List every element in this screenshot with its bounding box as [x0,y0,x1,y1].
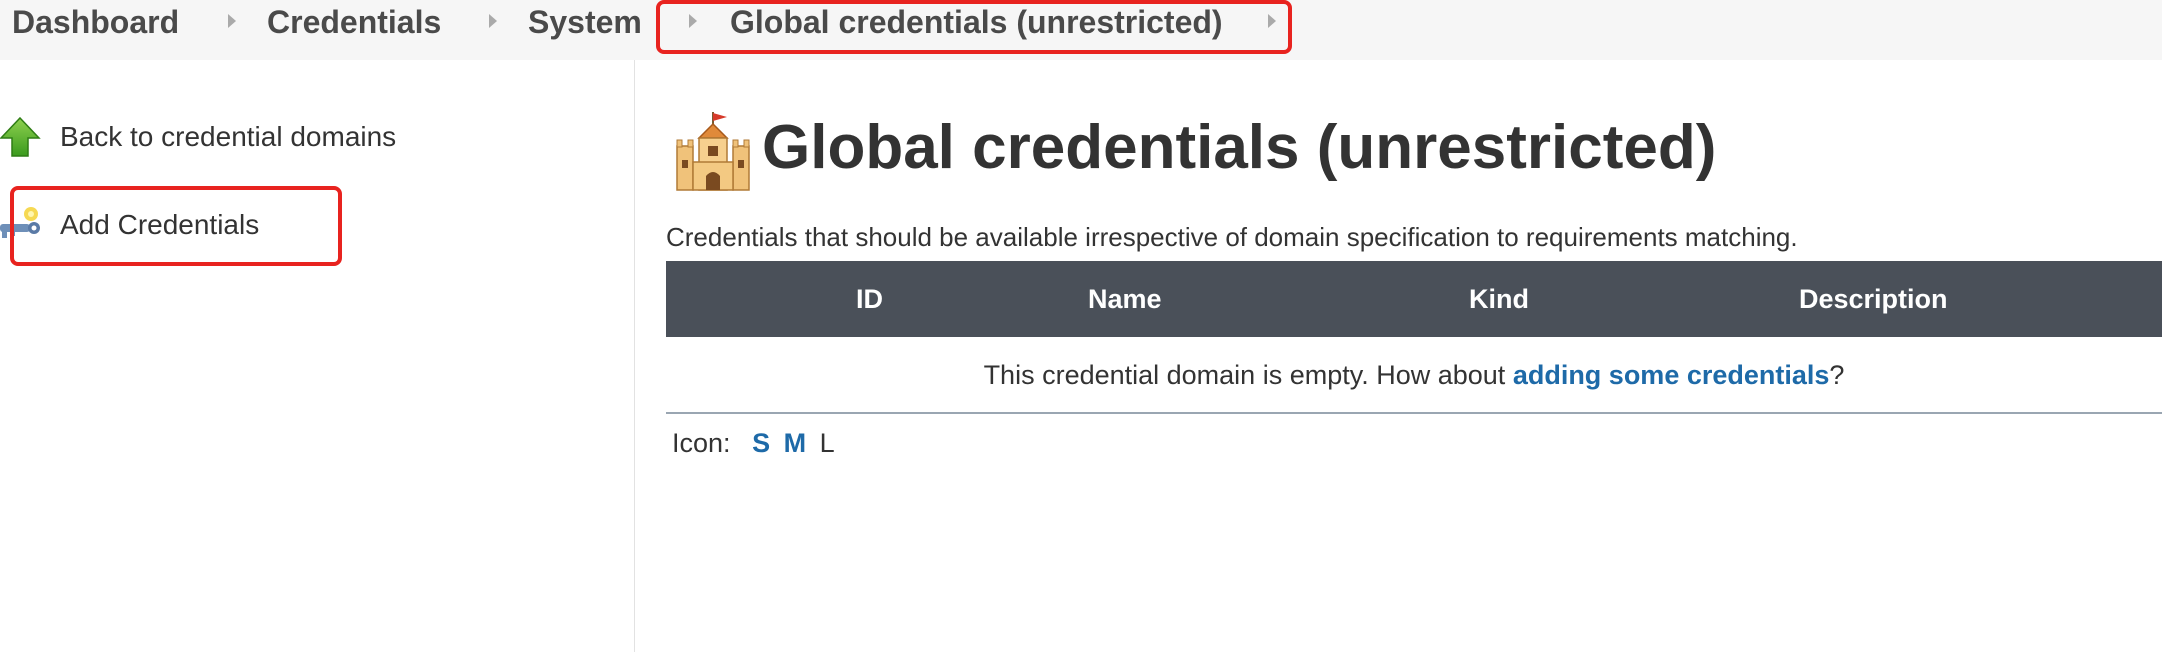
add-credentials-task[interactable]: Add Credentials [0,200,259,250]
key-icon [0,204,42,246]
add-credentials-label[interactable]: Add Credentials [60,209,259,241]
breadcrumb-separator-icon[interactable] [489,14,497,28]
adding-credentials-link[interactable]: adding some credentials [1513,360,1830,390]
breadcrumb-item-dashboard[interactable]: Dashboard [12,0,179,44]
page-title: Global credentials (unrestricted) [762,113,1717,182]
icon-size-small-link[interactable]: S [752,428,770,458]
column-header-description[interactable]: Description [1799,261,1948,337]
icon-size-medium-link[interactable]: M [784,428,807,458]
arrow-up-icon [0,116,42,158]
empty-table-message: This credential domain is empty. How abo… [666,337,2162,414]
column-header-id[interactable]: ID [856,261,883,337]
breadcrumb-separator-icon[interactable] [1268,14,1276,28]
breadcrumb-item-system[interactable]: System [528,0,642,44]
page-description: Credentials that should be available irr… [666,222,1798,252]
icon-size-selector: Icon: S M L [672,428,835,459]
icon-size-label: Icon: [672,428,731,458]
back-to-domains-task[interactable]: Back to credential domains [0,112,396,162]
column-header-name[interactable]: Name [1088,261,1162,337]
icon-size-large-current: L [819,428,835,458]
breadcrumb-separator-icon[interactable] [689,14,697,28]
credentials-table-header: ID Name Kind Description [666,261,2162,337]
empty-message-text: This credential domain is empty. How abo… [983,360,1513,390]
castle-icon [675,110,751,192]
back-to-domains-label[interactable]: Back to credential domains [60,121,396,153]
sidebar-divider [634,60,635,652]
breadcrumb-item-global-credentials[interactable]: Global credentials (unrestricted) [730,0,1223,44]
column-header-kind[interactable]: Kind [1469,261,1529,337]
breadcrumb-bar: Dashboard Credentials System Global cred… [0,0,2162,60]
breadcrumb-separator-icon[interactable] [228,14,236,28]
breadcrumb-item-credentials[interactable]: Credentials [267,0,441,44]
empty-message-suffix: ? [1829,360,1845,390]
